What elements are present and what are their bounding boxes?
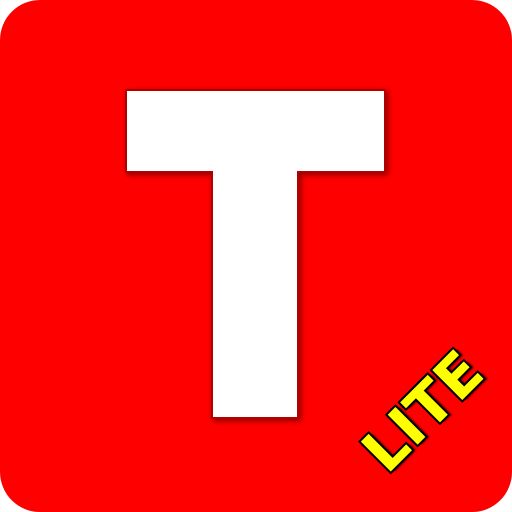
t-letter-shape <box>125 89 386 419</box>
app-icon-tile: LITE <box>0 0 512 512</box>
